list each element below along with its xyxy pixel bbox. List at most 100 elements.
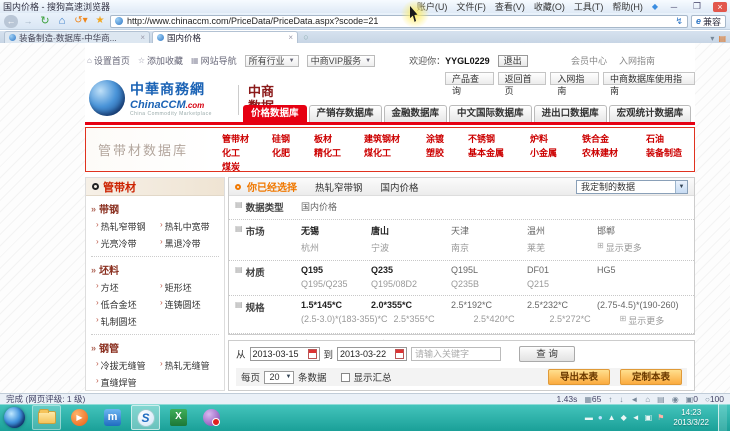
set-home-link[interactable]: ⌂ 设置首页 xyxy=(87,54,130,67)
cat-link[interactable]: 小金属 xyxy=(530,146,582,158)
update-tray-icon[interactable]: ◆ xyxy=(621,413,627,422)
app-tray-icon[interactable]: ● xyxy=(598,413,603,422)
product-query-button[interactable]: 产品查询 xyxy=(445,72,494,85)
filter-value[interactable]: (2.75-4.5)*(190-260) xyxy=(597,300,679,310)
tab-equipment-db[interactable]: 装备制造-数据库-中华商... × xyxy=(4,31,150,43)
guide-button[interactable]: 入网指南 xyxy=(550,72,599,85)
menu-view[interactable]: 查看(V) xyxy=(495,0,525,13)
hidden-icons-arrow[interactable]: ▲ xyxy=(608,413,616,422)
cat-link[interactable]: 炉料 xyxy=(530,132,582,144)
filter-value[interactable]: 南京 xyxy=(451,241,521,254)
restore-button[interactable]: ❐ xyxy=(690,1,704,12)
member-center-link[interactable]: 会员中心 xyxy=(571,54,607,67)
export-table-button[interactable]: 导出本表 xyxy=(548,369,610,385)
new-tab-button[interactable]: ○ xyxy=(300,32,312,43)
close-button[interactable]: × xyxy=(713,2,727,12)
filter-value[interactable]: Q195/08D2 xyxy=(371,279,445,289)
mute-icon[interactable]: ◄ xyxy=(630,395,638,404)
my-data-select[interactable]: 我定制的数据 ▼ xyxy=(576,180,688,194)
per-page-select[interactable]: 20 ▼ xyxy=(264,371,294,384)
filter-value[interactable]: 2.5*232*C xyxy=(527,300,591,310)
taskbar-maxthon[interactable]: m xyxy=(98,405,127,430)
filter-value[interactable]: 莱芜 xyxy=(527,241,591,254)
tab-macro-stats-db[interactable]: 宏观统计数据库 xyxy=(609,105,692,122)
cat-link[interactable]: 建筑钢材 xyxy=(364,132,426,144)
from-date-field[interactable]: 2013-03-15 xyxy=(250,347,320,361)
filter-value[interactable]: Q195/Q235 xyxy=(301,279,365,289)
tab-intl-db[interactable]: 中文国际数据库 xyxy=(449,105,532,122)
cat-link[interactable]: 基本金属 xyxy=(468,146,530,158)
filter-value[interactable]: HG5 xyxy=(597,265,616,275)
tab-domestic-price[interactable]: 国内价格 × xyxy=(152,31,298,43)
home-icon[interactable]: ⌂ xyxy=(645,395,650,404)
url-text[interactable]: http://www.chinaccm.com/PriceData/PriceD… xyxy=(127,16,378,26)
cat-link[interactable]: 塑胶 xyxy=(426,146,468,158)
cat-link[interactable]: 煤化工 xyxy=(364,146,426,158)
menu-favorites[interactable]: 收藏(O) xyxy=(534,0,565,13)
filter-value[interactable]: 唐山 xyxy=(371,224,445,237)
back-home-button[interactable]: 返回首页 xyxy=(498,72,547,85)
taskbar-media-player[interactable]: ▶ xyxy=(65,405,94,430)
site-logo[interactable]: 中華商務網 ChinaCCM.com China Commodity Marke… xyxy=(89,79,212,117)
filter-value[interactable]: 天津 xyxy=(451,224,521,237)
tab-close-icon[interactable]: × xyxy=(140,33,145,42)
tab-import-export-db[interactable]: 进出口数据库 xyxy=(534,105,607,122)
taskbar-globe-app[interactable] xyxy=(197,405,226,430)
calendar-icon[interactable] xyxy=(395,349,404,359)
filter-value[interactable]: 温州 xyxy=(527,224,591,237)
filter-value[interactable]: 2.5*192*C xyxy=(451,300,521,310)
menu-file[interactable]: 文件(F) xyxy=(456,0,486,13)
eye-icon[interactable]: ◉ xyxy=(672,395,679,404)
network-icon[interactable]: ▣ xyxy=(645,413,653,422)
industry-select[interactable]: 所有行业 ▼ xyxy=(245,55,299,67)
skin-icon[interactable]: ◆ xyxy=(652,2,658,11)
show-more-link[interactable]: ⊞显示更多 xyxy=(597,241,642,254)
search-button[interactable]: 查 询 xyxy=(519,346,575,362)
filter-value[interactable]: 2.5*355*C xyxy=(394,314,468,327)
group-billet[interactable]: » 坯料 xyxy=(91,259,219,279)
cat-link[interactable]: 涂镀 xyxy=(426,132,468,144)
speed-icon[interactable]: ↯ xyxy=(675,16,683,27)
back-icon[interactable]: ← xyxy=(4,15,18,28)
logout-button[interactable]: 退出 xyxy=(498,55,528,67)
keyboard-tray-icon[interactable]: ▬ xyxy=(585,413,593,422)
tab-list-icon[interactable]: ▾ xyxy=(710,34,714,43)
tab-price-db[interactable]: 价格数据库 xyxy=(243,105,307,122)
compatibility-mode-button[interactable]: e 兼容 xyxy=(691,15,726,28)
sidebar-item[interactable]: ›热轧无缝管 xyxy=(160,359,220,372)
filter-value[interactable]: 宁波 xyxy=(371,241,445,254)
cat-link[interactable]: 铁合金 xyxy=(582,132,646,144)
cat-link[interactable]: 硅钢 xyxy=(272,132,314,144)
forward-icon[interactable]: → xyxy=(21,15,35,28)
taskbar-sogou-browser[interactable]: S xyxy=(131,405,160,430)
filter-value[interactable]: 1.5*145*C xyxy=(301,300,365,310)
filter-value[interactable]: Q195 xyxy=(301,265,365,275)
sidebar-item[interactable]: ›轧制圆坯 xyxy=(96,315,160,328)
start-button[interactable] xyxy=(4,407,25,428)
group-pipe[interactable]: » 钢管 xyxy=(91,337,219,357)
filter-value[interactable]: (2.5-3.0)*(183-355)*C xyxy=(301,314,388,327)
url-bar[interactable]: http://www.chinaccm.com/PriceData/PriceD… xyxy=(110,15,688,28)
zoom-level[interactable]: 100 xyxy=(710,394,724,404)
filter-value[interactable]: 无锡 xyxy=(301,224,365,237)
cat-link[interactable]: 化工 xyxy=(222,146,272,158)
volume-icon[interactable]: ◄ xyxy=(632,413,640,422)
tab-close-icon[interactable]: × xyxy=(288,33,293,42)
history-icon[interactable]: ↺▾ xyxy=(72,15,90,28)
sidebar-item[interactable]: ›直缝焊管 xyxy=(96,376,160,389)
cat-link[interactable]: 石油 xyxy=(646,132,682,144)
customize-table-button[interactable]: 定制本表 xyxy=(620,369,682,385)
vip-service-select[interactable]: 中商VIP服务 ▼ xyxy=(307,55,375,67)
calendar-icon[interactable] xyxy=(308,349,317,359)
cat-link[interactable]: 农林建材 xyxy=(582,146,646,158)
refresh-icon[interactable]: ↻ xyxy=(38,15,52,28)
cat-link[interactable]: 化肥 xyxy=(272,146,314,158)
filter-value[interactable]: Q235 xyxy=(371,265,445,275)
tab-production-db[interactable]: 产销存数据库 xyxy=(309,105,382,122)
to-date-field[interactable]: 2013-03-22 xyxy=(337,347,407,361)
add-favorite-link[interactable]: ☆ 添加收藏 xyxy=(138,54,183,67)
show-more-link[interactable]: ⊞显示更多 xyxy=(620,314,665,327)
filter-value[interactable]: Q195L xyxy=(451,265,521,275)
menu-help[interactable]: 帮助(H) xyxy=(612,0,643,13)
sidebar-item[interactable]: ›矩形坯 xyxy=(160,281,220,294)
